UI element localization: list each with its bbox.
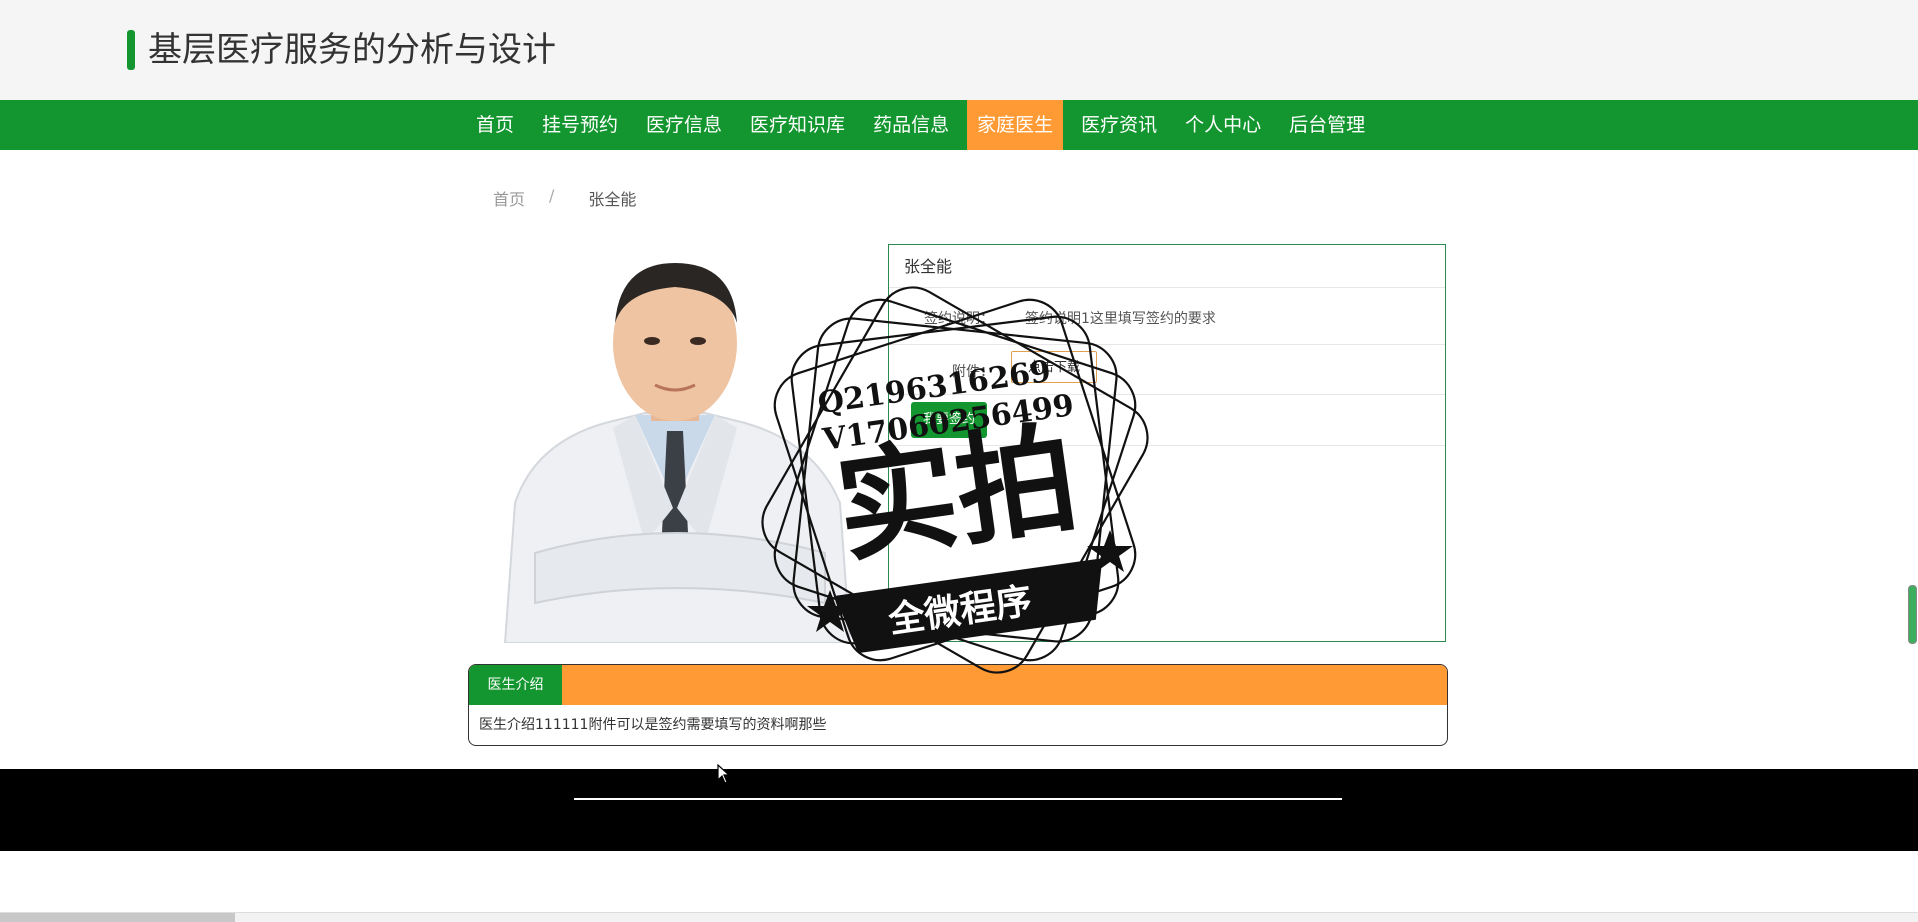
nav-item-medical-info[interactable]: 医疗信息 (636, 100, 732, 150)
title-accent-bar (127, 30, 135, 70)
nav-item-personal-center[interactable]: 个人中心 (1175, 100, 1271, 150)
nav-item-knowledge-base[interactable]: 医疗知识库 (740, 100, 855, 150)
nav-item-admin[interactable]: 后台管理 (1279, 100, 1375, 150)
nav-item-medical-news[interactable]: 医疗资讯 (1071, 100, 1167, 150)
watermark-stamp: Q2196316269 V17060256499 实拍 全微程序 (761, 286, 1149, 674)
breadcrumb-current: 张全能 (588, 190, 637, 209)
site-header: 基层医疗服务的分析与设计 (0, 0, 1918, 100)
breadcrumb-home[interactable]: 首页 (493, 186, 525, 210)
breadcrumb: 首页 / 张全能 (493, 186, 636, 210)
nav-item-home[interactable]: 首页 (466, 100, 524, 150)
breadcrumb-separator: / (549, 186, 555, 205)
site-title: 基层医疗服务的分析与设计 (148, 30, 556, 70)
scrollbar-thumb[interactable] (1908, 585, 1917, 644)
mouse-cursor-icon (717, 764, 731, 784)
page-footer (0, 769, 1918, 851)
intro-tab[interactable]: 医生介绍 (469, 665, 562, 705)
main-nav: 首页 挂号预约 医疗信息 医疗知识库 药品信息 家庭医生 医疗资讯 个人中心 后… (0, 100, 1918, 150)
intro-content: 医生介绍111111附件可以是签约需要填写的资料啊那些 (479, 717, 827, 733)
nav-item-family-doctor[interactable]: 家庭医生 (967, 100, 1064, 150)
footer-divider (574, 798, 1342, 800)
nav-item-drug-info[interactable]: 药品信息 (863, 100, 959, 150)
nav-item-appointment[interactable]: 挂号预约 (532, 100, 628, 150)
